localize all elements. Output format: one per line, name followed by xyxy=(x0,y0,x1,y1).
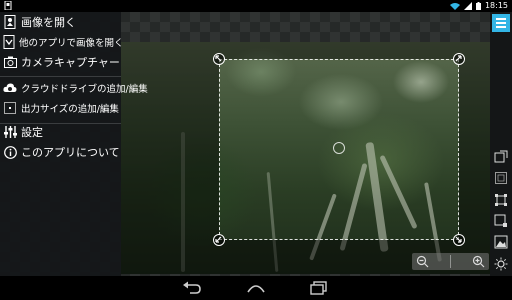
navigation-bar xyxy=(0,276,512,300)
menu-item-label: 画像を開く xyxy=(21,16,76,29)
right-toolbar xyxy=(490,12,512,276)
menu-item-settings[interactable]: 設定 xyxy=(0,123,121,141)
image-icon[interactable] xyxy=(493,234,509,250)
notification-icon xyxy=(4,0,12,11)
menu-item-camera-capture[interactable]: カメラキャプチャー xyxy=(0,53,121,71)
crop-frame-icon[interactable] xyxy=(493,149,509,165)
menu-item-open-with-app[interactable]: 他のアプリで画像を開く xyxy=(0,33,124,51)
menu-item-cloud-drive[interactable]: クラウドドライブの追加/編集 xyxy=(0,79,148,97)
info-icon xyxy=(3,145,17,159)
crop-dim-left xyxy=(121,42,219,274)
expand-frame-icon[interactable] xyxy=(493,213,509,229)
camera-icon xyxy=(3,55,17,69)
image-open-icon xyxy=(3,15,17,29)
fit-frame-icon[interactable] xyxy=(493,192,509,208)
output-size-icon xyxy=(3,101,17,115)
brightness-icon[interactable] xyxy=(493,256,509,272)
open-with-app-icon xyxy=(3,35,15,49)
settings-sliders-icon xyxy=(3,125,17,139)
zoom-out-icon[interactable] xyxy=(416,255,429,268)
cloud-drive-icon xyxy=(3,81,17,95)
wifi-icon xyxy=(449,2,460,10)
menu-item-about[interactable]: このアプリについて xyxy=(0,143,121,161)
crop-dim-top xyxy=(219,42,459,59)
crop-handle-top-left[interactable] xyxy=(213,53,225,65)
signal-icon xyxy=(463,1,472,10)
zoom-separator xyxy=(450,255,451,268)
home-icon[interactable] xyxy=(246,281,266,295)
menu-item-label: 出力サイズの追加/編集 xyxy=(21,104,119,115)
zoom-in-icon[interactable] xyxy=(472,255,485,268)
menu-item-label: 他のアプリで画像を開く xyxy=(19,38,124,49)
menu-item-open-image[interactable]: 画像を開く xyxy=(0,13,121,31)
crop-center-handle[interactable] xyxy=(333,142,345,154)
side-menu: 画像を開く 他のアプリで画像を開く カメラキャプチャー クラウドドライブの追加/… xyxy=(0,12,148,276)
menu-item-output-size[interactable]: 出力サイズの追加/編集 xyxy=(0,99,121,117)
status-left xyxy=(4,0,12,12)
crop-handle-bottom-right[interactable] xyxy=(453,234,465,246)
battery-icon xyxy=(475,1,481,10)
menu-button[interactable] xyxy=(492,14,510,32)
back-icon[interactable] xyxy=(182,281,202,295)
status-right: 18:15 xyxy=(449,1,508,10)
menu-item-label: 設定 xyxy=(21,126,43,139)
zoom-control xyxy=(412,253,489,270)
menu-item-label: このアプリについて xyxy=(21,146,120,159)
menu-divider xyxy=(0,76,121,77)
status-bar: 18:15 xyxy=(0,0,512,12)
menu-item-label: クラウドドライブの追加/編集 xyxy=(21,84,148,95)
aspect-ratio-icon[interactable] xyxy=(493,170,509,186)
menu-item-label: カメラキャプチャー xyxy=(21,56,120,69)
crop-handle-top-right[interactable] xyxy=(453,53,465,65)
recent-apps-icon[interactable] xyxy=(310,281,328,295)
clock: 18:15 xyxy=(484,1,508,10)
crop-handle-bottom-left[interactable] xyxy=(213,234,225,246)
screen: 18:15 画像を開く 他のアプリで画像を開く カメラキャプチャー クラウドドラ… xyxy=(0,0,512,300)
